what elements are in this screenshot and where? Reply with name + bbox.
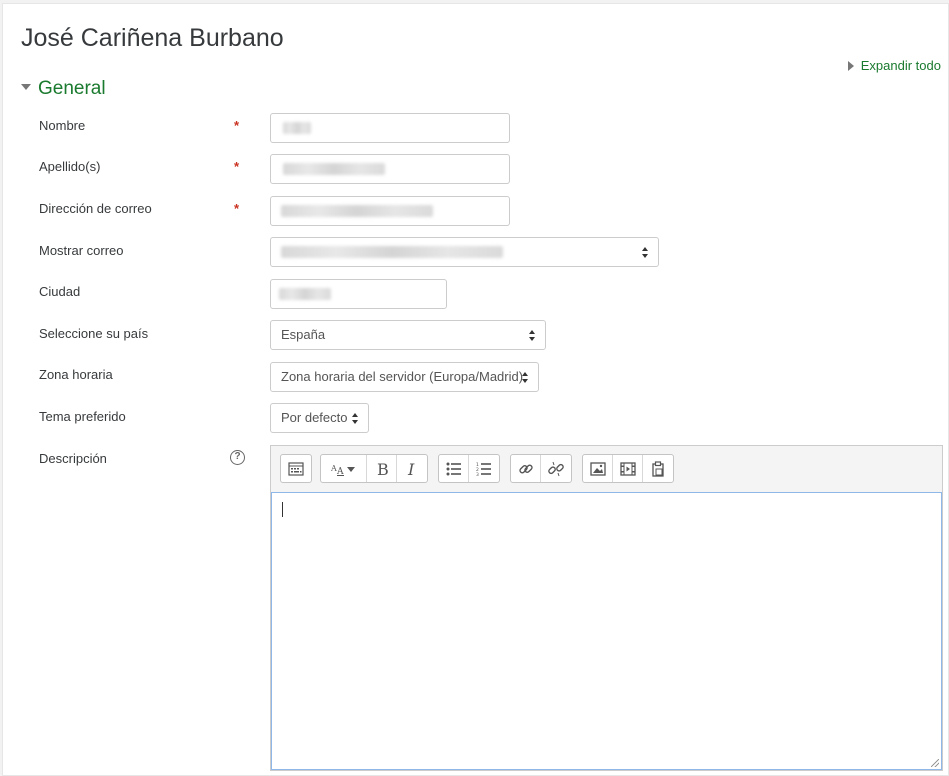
- label-mostrar-correo: Mostrar correo: [39, 243, 124, 258]
- editor-toolbar: AA B I 123: [271, 446, 942, 492]
- pais-selected-value: España: [281, 327, 326, 342]
- required-icon: *: [234, 159, 240, 174]
- unordered-list-icon[interactable]: [439, 455, 469, 482]
- email-input[interactable]: [270, 196, 510, 226]
- tema-select[interactable]: Por defecto: [270, 403, 369, 433]
- select-arrows-icon: [642, 247, 649, 258]
- resize-handle-icon[interactable]: [931, 759, 939, 767]
- zona-horaria-selected-value: Zona horaria del servidor (Europa/Madrid…: [281, 369, 524, 384]
- image-icon[interactable]: [583, 455, 613, 482]
- svg-text:B: B: [377, 461, 389, 477]
- profile-edit-panel: José Cariñena Burbano Expandir todo Gene…: [2, 3, 949, 776]
- expand-all-label: Expandir todo: [860, 58, 941, 73]
- svg-text:3: 3: [476, 472, 479, 476]
- pais-select[interactable]: España: [270, 320, 546, 350]
- description-editor: AA B I 123: [270, 445, 943, 771]
- label-nombre: Nombre: [39, 118, 86, 133]
- label-correo: Dirección de correo: [39, 201, 152, 216]
- caret-down-icon: [21, 84, 31, 90]
- redacted-value: [283, 122, 311, 134]
- toolbar-group-style: AA B I: [320, 454, 428, 483]
- tema-selected-value: Por defecto: [281, 410, 348, 425]
- zona-horaria-select[interactable]: Zona horaria del servidor (Europa/Madrid…: [270, 362, 539, 392]
- label-tema: Tema preferido: [39, 409, 126, 424]
- toolbar-group-files: [582, 454, 674, 483]
- toolbar-toggle-icon[interactable]: [281, 455, 311, 482]
- label-pais: Seleccione su país: [39, 326, 149, 341]
- redacted-value: [279, 288, 331, 300]
- label-apellidos: Apellido(s): [39, 159, 101, 174]
- select-arrows-icon: [352, 413, 359, 424]
- label-descripcion: Descripción: [39, 451, 107, 466]
- bold-icon[interactable]: B: [367, 455, 397, 482]
- toolbar-group-links: [510, 454, 572, 483]
- paragraph-styles-icon[interactable]: AA: [321, 455, 367, 482]
- italic-icon[interactable]: I: [397, 455, 427, 482]
- apellidos-input[interactable]: [270, 154, 510, 184]
- mostrar-correo-select[interactable]: [270, 237, 659, 267]
- manage-files-icon[interactable]: [643, 455, 673, 482]
- ciudad-input[interactable]: [270, 279, 447, 309]
- required-icon: *: [234, 201, 240, 216]
- text-cursor: [282, 502, 283, 517]
- required-icon: *: [234, 118, 240, 133]
- caret-right-icon: [847, 61, 854, 71]
- link-icon[interactable]: [511, 455, 541, 482]
- help-icon[interactable]: ?: [230, 450, 245, 465]
- label-ciudad: Ciudad: [39, 284, 81, 299]
- page-title: José Cariñena Burbano: [21, 24, 284, 52]
- section-general-title: General: [38, 78, 106, 99]
- select-arrows-icon: [522, 372, 529, 383]
- label-zona-horaria: Zona horaria: [39, 367, 113, 382]
- section-general-toggle[interactable]: General: [21, 78, 106, 100]
- redacted-value: [281, 246, 503, 258]
- toolbar-group-more: [280, 454, 312, 483]
- ordered-list-icon[interactable]: 123: [469, 455, 499, 482]
- description-textarea[interactable]: [271, 492, 942, 770]
- media-icon[interactable]: [613, 455, 643, 482]
- svg-text:I: I: [407, 461, 415, 477]
- svg-text:A: A: [336, 467, 344, 476]
- nombre-input[interactable]: [270, 113, 510, 143]
- redacted-value: [283, 163, 385, 175]
- select-arrows-icon: [529, 330, 536, 341]
- toolbar-group-list: 123: [438, 454, 500, 483]
- unlink-icon[interactable]: [541, 455, 571, 482]
- redacted-value: [281, 205, 433, 217]
- expand-all-link[interactable]: Expandir todo: [847, 58, 941, 73]
